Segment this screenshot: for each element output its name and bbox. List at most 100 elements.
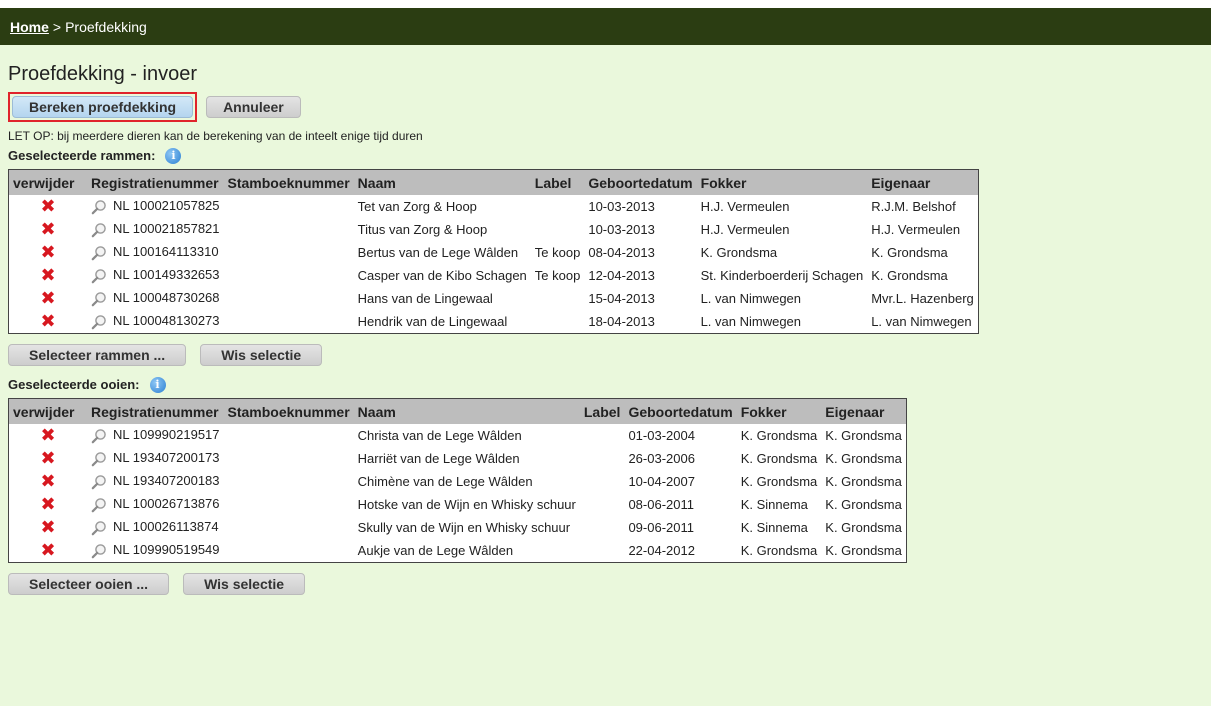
delete-x-icon[interactable]: ✖ [39, 220, 57, 239]
magnifier-icon[interactable] [91, 222, 107, 238]
name-cell: Hendrik van de Lingewaal [357, 314, 508, 329]
magnifier-icon[interactable] [91, 245, 107, 261]
label-cell [580, 493, 625, 516]
table-row: ✖ NL 100026113874 Skully van de Wijn en Wh… [9, 516, 907, 539]
delete-x-icon[interactable]: ✖ [39, 243, 57, 262]
table-row: ✖ NL 100021057825 Tet van Zorg & Hoop 10-03… [9, 195, 979, 218]
name-cell: Tet van Zorg & Hoop [357, 199, 477, 214]
column-header: Geboortedatum [624, 398, 737, 424]
name-cell: Titus van Zorg & Hoop [357, 222, 488, 237]
column-header: Naam [353, 169, 531, 195]
name-cell: Hotske van de Wijn en Whisky schuur [357, 497, 576, 512]
calculate-button-highlight: Bereken proefdekking [8, 92, 198, 122]
delete-x-icon[interactable]: ✖ [39, 312, 57, 331]
label-cell [531, 287, 585, 310]
ewes-section-label: Geselecteerde ooien: i [8, 376, 1211, 394]
delete-x-icon[interactable]: ✖ [39, 541, 57, 560]
magnifier-icon[interactable] [91, 520, 107, 536]
magnifier-icon[interactable] [91, 268, 107, 284]
delete-cell: ✖ [9, 493, 88, 516]
delete-x-icon[interactable]: ✖ [39, 266, 57, 285]
page-title: Proefdekking - invoer [8, 63, 197, 85]
birthdate-cell: 10-03-2013 [588, 222, 655, 237]
delete-x-icon[interactable]: ✖ [39, 449, 57, 468]
rams-section-label: Geselecteerde rammen: i [8, 147, 1211, 165]
name-cell: Chimène van de Lege Wâlden [357, 474, 533, 489]
delete-x-icon[interactable]: ✖ [39, 472, 57, 491]
magnifier-icon[interactable] [91, 314, 107, 330]
column-header: Naam [353, 398, 580, 424]
breadcrumb-separator: > [52, 18, 62, 35]
registration-number: NL 100048130273 [113, 313, 220, 329]
magnifier-icon[interactable] [91, 428, 107, 444]
delete-cell: ✖ [9, 195, 88, 218]
name-cell: Aukje van de Lege Wâlden [357, 543, 514, 558]
cancel-button[interactable]: Annuleer [206, 96, 301, 118]
rams-table-header: verwijder Registratienummer Stamboeknummer… [8, 169, 979, 195]
breeder-cell: L. van Nimwegen [700, 314, 802, 329]
magnifier-icon[interactable] [91, 543, 107, 559]
birthdate-cell: 08-04-2013 [588, 245, 655, 260]
label-cell [580, 447, 625, 470]
column-header: Eigenaar [821, 398, 907, 424]
breadcrumb-home-link[interactable]: Home [10, 19, 49, 35]
clear-ewes-selection-button[interactable]: Wis selectie [183, 573, 306, 595]
delete-cell: ✖ [9, 539, 88, 563]
magnifier-icon[interactable] [91, 474, 107, 490]
registration-number-cell: NL 100048130273 [87, 310, 224, 334]
birthdate-cell: 08-06-2011 [628, 497, 694, 512]
clear-rams-selection-button[interactable]: Wis selectie [200, 344, 323, 366]
birthdate-cell: 09-06-2011 [628, 520, 694, 535]
registration-number-cell: NL 100048730268 [87, 287, 224, 310]
rams-label: Geselecteerde rammen: [8, 148, 156, 163]
column-header: Registratienummer [87, 169, 224, 195]
magnifier-icon[interactable] [91, 199, 107, 215]
registration-number: NL 100021057825 [113, 198, 220, 214]
owner-cell: K. Grondsma [825, 474, 902, 489]
delete-cell: ✖ [9, 447, 88, 470]
magnifier-icon[interactable] [91, 497, 107, 513]
herdbook-number-cell [224, 424, 354, 447]
inbreeding-note: LET OP: bij meerdere dieren kan de berek… [8, 129, 423, 143]
name-cell: Skully van de Wijn en Whisky schuur [357, 520, 571, 535]
registration-number: NL 100026713876 [113, 496, 220, 512]
select-ewes-button[interactable]: Selecteer ooien ... [8, 573, 170, 595]
name-cell: Hans van de Lingewaal [357, 291, 493, 306]
column-header: Registratienummer [87, 398, 224, 424]
birthdate-cell: 26-03-2006 [628, 451, 695, 466]
birthdate-cell: 15-04-2013 [588, 291, 655, 306]
registration-number-cell: NL 100021857821 [87, 218, 224, 241]
label-cell [531, 195, 585, 218]
table-row: ✖ NL 100048730268 Hans van de Lingewaal 15-… [9, 287, 979, 310]
calculate-button[interactable]: Bereken proefdekking [12, 96, 194, 118]
herdbook-number-cell [224, 470, 354, 493]
delete-x-icon[interactable]: ✖ [39, 426, 57, 445]
info-icon[interactable]: i [149, 377, 166, 393]
select-rams-button[interactable]: Selecteer rammen ... [8, 344, 187, 366]
info-icon[interactable]: i [165, 148, 182, 164]
delete-cell: ✖ [9, 470, 88, 493]
registration-number-cell: NL 100026113874 [87, 516, 224, 539]
magnifier-icon[interactable] [91, 451, 107, 467]
label-cell [531, 218, 585, 241]
action-buttons: Bereken proefdekking Annuleer [8, 92, 1211, 122]
registration-number-cell: NL 193407200173 [87, 447, 224, 470]
name-cell: Harriët van de Lege Wâlden [357, 451, 520, 466]
owner-cell: K. Grondsma [871, 245, 948, 260]
label-cell: Te koop [534, 245, 581, 260]
herdbook-number-cell [224, 218, 354, 241]
breeder-cell: L. van Nimwegen [700, 291, 802, 306]
delete-cell: ✖ [9, 310, 88, 334]
delete-x-icon[interactable]: ✖ [39, 495, 57, 514]
herdbook-number-cell [224, 241, 354, 264]
breeder-cell: K. Sinnema [740, 497, 808, 512]
magnifier-icon[interactable] [91, 291, 107, 307]
delete-x-icon[interactable]: ✖ [39, 289, 57, 308]
breeder-cell: St. Kinderboerderij Schagen [700, 268, 864, 283]
registration-number-cell: NL 100149332653 [87, 264, 224, 287]
birthdate-cell: 10-03-2013 [588, 199, 655, 214]
delete-x-icon[interactable]: ✖ [39, 518, 57, 537]
delete-x-icon[interactable]: ✖ [39, 197, 57, 216]
herdbook-number-cell [224, 264, 354, 287]
birthdate-cell: 12-04-2013 [588, 268, 655, 283]
